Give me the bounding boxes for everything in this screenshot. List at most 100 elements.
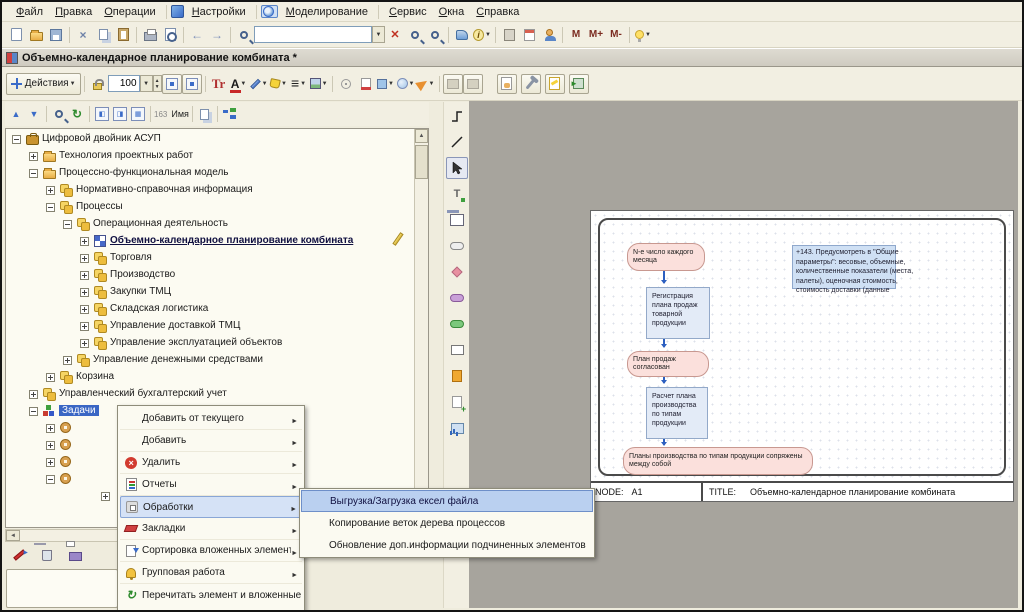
tree-levels-button[interactable]: ▦	[129, 105, 147, 123]
menu-item-reports[interactable]: Отчеты	[120, 474, 302, 496]
paste-button[interactable]	[113, 25, 133, 45]
anchor-tool-button[interactable]	[446, 365, 468, 387]
find-previous-button[interactable]	[425, 25, 445, 45]
open-button[interactable]	[26, 25, 46, 45]
subprocess-tool-button[interactable]	[446, 209, 468, 231]
tree-item[interactable]: Операционная деятельность	[6, 217, 413, 233]
note-text[interactable]: +143. Предусмотреть в "Общие параметры":…	[796, 248, 914, 296]
zoom-dropdown-button[interactable]: ▼	[140, 75, 153, 92]
collapse-expander-icon[interactable]	[46, 475, 55, 484]
menu-item-bookmarks[interactable]: Закладки	[120, 518, 302, 540]
event-tool-button[interactable]	[446, 287, 468, 309]
menu-item-add-from-current[interactable]: Добавить от текущего	[120, 408, 302, 430]
scroll-left-icon[interactable]: ◄	[6, 530, 20, 541]
diagram-page[interactable]: N-е число каждого месяца Регистрация пла…	[590, 210, 1014, 502]
expand-expander-icon[interactable]	[46, 186, 55, 195]
tree-item[interactable]: Управление денежными средствами	[6, 353, 413, 369]
tree-item[interactable]: Управленческий бухгалтерский учет	[6, 387, 413, 403]
event-node-start[interactable]: N-е число каждого месяца	[627, 243, 705, 271]
menu-item-processing[interactable]: Обработки	[120, 496, 302, 518]
fit-page-button[interactable]	[162, 74, 182, 94]
scroll-up-icon[interactable]: ▲	[415, 129, 428, 143]
tree-item[interactable]: Управление эксплуатацией объектов	[6, 336, 413, 352]
menu-modeling[interactable]: Моделирование	[280, 4, 374, 20]
menu-item-reread[interactable]: ↻Перечитать элемент и вложенные	[120, 584, 302, 606]
collapse-all-button[interactable]: ◧	[93, 105, 111, 123]
menu-windows[interactable]: Окна	[433, 4, 471, 20]
search-dropdown-button[interactable]: ▼	[372, 26, 385, 43]
memory-button[interactable]: М	[566, 25, 586, 45]
tools-button[interactable]	[521, 74, 541, 94]
expand-expander-icon[interactable]	[80, 271, 89, 280]
fit-selection-button[interactable]	[182, 74, 202, 94]
rectangle-tool-button[interactable]	[446, 339, 468, 361]
menu-item-delete[interactable]: ×Удалить	[120, 452, 302, 474]
cut-button[interactable]: ×	[73, 25, 93, 45]
undo-button[interactable]	[452, 25, 472, 45]
new-button[interactable]	[6, 25, 26, 45]
expand-expander-icon[interactable]	[80, 322, 89, 331]
memory-minus-button[interactable]: М-	[606, 25, 626, 45]
expand-expander-icon[interactable]	[80, 339, 89, 348]
action-node-registration[interactable]: Регистрация плана продаж товарной продук…	[646, 287, 710, 339]
zoom-input[interactable]	[108, 75, 140, 92]
expand-expander-icon[interactable]	[80, 305, 89, 314]
expand-expander-icon[interactable]	[80, 288, 89, 297]
select-tool-button[interactable]	[446, 157, 468, 179]
search-input[interactable]	[254, 26, 372, 43]
tree-item[interactable]: Нормативно-справочная информация	[6, 183, 413, 199]
tree-item[interactable]: Управление доставкой ТМЦ	[6, 319, 413, 335]
line-tool-button[interactable]	[446, 131, 468, 153]
menu-service[interactable]: Сервис	[383, 4, 433, 20]
expand-expander-icon[interactable]	[63, 356, 72, 365]
event-node-agreed[interactable]: План продаж согласован	[627, 351, 709, 377]
menu-file[interactable]: Файл	[10, 4, 49, 20]
clear-search-button[interactable]: ✕	[385, 25, 405, 45]
menu-edit[interactable]: Правка	[49, 4, 98, 20]
back-button[interactable]: ←	[187, 25, 207, 45]
text-tool-button[interactable]: Т	[446, 183, 468, 205]
collapse-expander-icon[interactable]	[29, 407, 38, 416]
lock-button[interactable]	[88, 74, 108, 94]
expand-expander-icon[interactable]	[46, 373, 55, 382]
collapse-expander-icon[interactable]	[63, 220, 72, 229]
line-style-button[interactable]: ▼	[289, 74, 309, 94]
line-color-button[interactable]: ▼	[249, 74, 269, 94]
expand-expander-icon[interactable]	[101, 492, 110, 501]
zoom-spinner[interactable]: ▲▼	[153, 75, 162, 92]
tree-item[interactable]: Цифровой двойник АСУП	[6, 132, 413, 148]
state-tool-button[interactable]	[446, 313, 468, 335]
rounded-shape-tool-button[interactable]	[446, 235, 468, 257]
chart-tool-button[interactable]	[446, 417, 468, 439]
print-tree-button[interactable]	[64, 545, 86, 565]
copy-button[interactable]	[93, 25, 113, 45]
submenu-item-excel[interactable]: Выгрузка/Загрузка ексел файла	[301, 490, 593, 512]
tree-refresh-button[interactable]: ↻	[68, 105, 86, 123]
contacts-button[interactable]	[539, 25, 559, 45]
memory-plus-button[interactable]: М+	[586, 25, 606, 45]
forward-button[interactable]: →	[207, 25, 227, 45]
abc-label[interactable]: 163	[154, 110, 167, 119]
edit-note-button[interactable]	[545, 74, 565, 94]
submenu-item-copy-branches[interactable]: Копирование веток дерева процессов	[301, 512, 593, 534]
decision-tool-button[interactable]	[446, 261, 468, 283]
tree-item[interactable]: Процессно-функциональная модель	[6, 166, 413, 182]
tree-item[interactable]: Технология проектных работ	[6, 149, 413, 165]
collapse-expander-icon[interactable]	[29, 169, 38, 178]
collapse-expander-icon[interactable]	[46, 203, 55, 212]
expand-expander-icon[interactable]	[46, 458, 55, 467]
find-next-button[interactable]	[405, 25, 425, 45]
move-up-button[interactable]: ▲	[7, 105, 25, 123]
calendar-button[interactable]	[519, 25, 539, 45]
actions-button[interactable]: Действия ▼	[6, 73, 81, 95]
search-button[interactable]	[234, 25, 254, 45]
menu-item-group-work[interactable]: Групповая работа	[120, 562, 302, 584]
tree-vertical-scrollbar[interactable]: ▲ ▼	[414, 129, 428, 527]
info-button[interactable]: i▼	[472, 25, 492, 45]
collapse-expander-icon[interactable]	[12, 135, 21, 144]
calculator-button[interactable]	[499, 25, 519, 45]
expand-expander-icon[interactable]	[29, 152, 38, 161]
tree-item-current[interactable]: Объемно-календарное планирование комбина…	[6, 234, 413, 250]
menu-settings[interactable]: Настройки	[186, 4, 252, 20]
scrollbar-thumb[interactable]	[415, 145, 428, 179]
